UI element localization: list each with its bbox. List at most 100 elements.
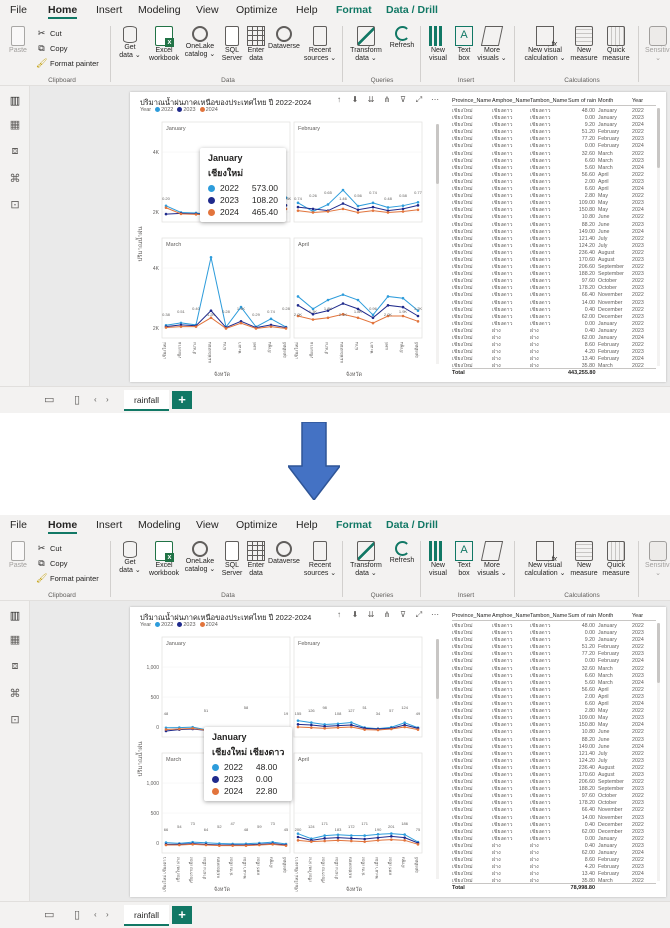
next-page-icon[interactable]: › [106,910,109,919]
drill-down-icon[interactable]: ⬇ [350,610,360,620]
column-header[interactable]: Province_Name [452,613,492,619]
get-data-button[interactable]: Get data ⌄ [112,26,148,60]
table-row[interactable]: เชียงใหม่ เชียงดาว เชียงดาว 14.00 November 20… [452,300,656,307]
tab-data-drill[interactable]: Data / Drill [386,519,438,531]
table-row[interactable]: เชียงใหม่ เชียงดาว เชียงดาว 206.60 September… [452,779,656,786]
table-row[interactable]: เชียงใหม่ เชียงดาว เชียงดาว 51.20 February 20… [452,129,656,136]
tab-optimize[interactable]: Optimize [236,519,277,531]
table-row[interactable]: เชียงใหม่ เชียงดาว เชียงดาว 188.20 September… [452,271,656,278]
table-row[interactable]: เชียงใหม่ เชียงดาว เชียงดาว 48.00 January 202… [452,623,656,630]
table-row[interactable]: เชียงใหม่ เชียงดาว เชียงดาว 56.60 April 2022 [452,172,656,179]
filter-icon[interactable]: ⊽ [398,95,408,105]
legend-item[interactable]: 2023 [177,622,196,628]
table-row[interactable]: เชียงใหม่ เชียงดาว เชียงดาว 97.60 October 202… [452,793,656,800]
table-row[interactable]: เชียงใหม่ เชียงดาว เชียงดาว 178.20 October 20… [452,800,656,807]
new-visual-calculation-button[interactable]: New visual calculation ⌄ [520,26,570,63]
table-row[interactable]: เชียงใหม่ เชียงดาว เชียงดาว 9.20 January 2024 [452,122,656,129]
table-row[interactable]: เชียงใหม่ เชียงดาว เชียงดาว 0.40 December 202… [452,822,656,829]
table-row[interactable]: เชียงใหม่ เชียงดาว เชียงดาว 2.00 April 2023 [452,694,656,701]
table-row[interactable]: เชียงใหม่ เชียงดาว เชียงดาว 0.00 January 2023 [452,115,656,122]
tab-help[interactable]: Help [296,519,318,531]
add-page-button[interactable]: + [172,391,192,409]
table-row[interactable]: เชียงใหม่ เชียงดาว เชียงดาว 5.60 March 2024 [452,165,656,172]
expand-all-icon[interactable]: ⇊ [366,610,376,620]
table-row[interactable]: เชียงใหม่ เชียงดาว เชียงดาว 77.20 February 20… [452,651,656,658]
quick-measure-button[interactable]: Quick measure [598,541,634,578]
table-row[interactable]: เชียงใหม่ เชียงดาว เชียงดาว 97.60 October 202… [452,278,656,285]
tab-data-drill[interactable]: Data / Drill [386,4,438,16]
column-header[interactable]: Year [632,98,652,104]
table-row[interactable]: เชียงใหม่ เชียงดาว เชียงดาว 124.20 July 2023 [452,758,656,765]
sensitivity-button[interactable]: Sensitivi ⌄ [640,541,670,578]
column-header[interactable]: Amphoe_Name [492,613,530,619]
drill-up-icon[interactable]: ↑ [334,610,344,620]
format-painter-button[interactable]: 🖌 Format painter [36,58,99,69]
table-scrollbar[interactable] [657,108,660,366]
drill-up-icon[interactable]: ↑ [334,95,344,105]
table-row[interactable]: เชียงใหม่ ฝาง ฝาง 8.60 February 2022 [452,857,656,864]
table-row[interactable]: เชียงใหม่ ฝาง ฝาง 8.60 February 2022 [452,342,656,349]
column-header[interactable]: Sum of rain [568,98,598,104]
line-chart-visual[interactable]: ปริมาณน้ำฝนภาคเหนือของประเทศไทย ปี 2022-… [134,609,446,895]
column-header[interactable]: Year [632,613,652,619]
table-row[interactable]: เชียงใหม่ ฝาง ฝาง 4.20 February 2023 [452,864,656,871]
mobile-layout-icon[interactable]: ▯ [74,908,80,921]
table-view-icon[interactable]: ▦ [8,633,22,647]
table-row[interactable]: เชียงใหม่ เชียงดาว เชียงดาว 109.00 May 2023 [452,715,656,722]
table-row[interactable]: เชียงใหม่ เชียงดาว เชียงดาว 121.40 July 2022 [452,751,656,758]
column-header[interactable]: Sum of rain [568,613,598,619]
tab-home[interactable]: Home [48,519,78,534]
table-scrollbar[interactable] [657,623,660,881]
scrollbar-thumb[interactable] [657,623,660,683]
get-data-button[interactable]: Get data ⌄ [112,541,148,575]
model-view-icon[interactable]: ⧈ [8,659,22,673]
table-row[interactable]: เชียงใหม่ เชียงดาว เชียงดาว 10.80 June 2022 [452,729,656,736]
filter-icon[interactable]: ⊽ [398,610,408,620]
tab-insert[interactable]: Insert [96,519,122,531]
table-row[interactable]: เชียงใหม่ เชียงดาว เชียงดาว 2.00 April 2023 [452,179,656,186]
new-measure-button[interactable]: New measure [566,26,602,63]
table-row[interactable]: เชียงใหม่ เชียงดาว เชียงดาว 6.60 April 2024 [452,186,656,193]
table-row[interactable]: เชียงใหม่ ฝาง ฝาง 4.20 February 2023 [452,349,656,356]
table-row[interactable]: เชียงใหม่ เชียงดาว เชียงดาว 9.20 January 2024 [452,637,656,644]
table-row[interactable]: เชียงใหม่ เชียงดาว เชียงดาว 0.00 January 2022 [452,321,656,328]
table-row[interactable]: เชียงใหม่ เชียงดาว เชียงดาว 32.60 March 2022 [452,666,656,673]
new-visual-calculation-button[interactable]: New visual calculation ⌄ [520,541,570,578]
transform-data-button[interactable]: Transform data ⌄ [348,26,384,63]
table-row[interactable]: เชียงใหม่ เชียงดาว เชียงดาว 236.40 August 202… [452,765,656,772]
tab-file[interactable]: File [10,4,27,16]
desktop-layout-icon[interactable]: ▭ [44,393,54,406]
tab-insert[interactable]: Insert [96,4,122,16]
recent-sources-button[interactable]: Recent sources ⌄ [302,26,338,63]
scrollbar-thumb[interactable] [657,108,660,168]
transform-data-button[interactable]: Transform data ⌄ [348,541,384,578]
table-row[interactable]: เชียงใหม่ เชียงดาว เชียงดาว 150.80 May 2024 [452,207,656,214]
tab-home[interactable]: Home [48,4,78,19]
prev-page-icon[interactable]: ‹ [94,910,97,919]
more-visuals-button[interactable]: More visuals ⌄ [474,26,510,63]
dataverse-button[interactable]: Dataverse [266,541,302,566]
table-row[interactable]: เชียงใหม่ เชียงดาว เชียงดาว 62.00 December 20… [452,829,656,836]
table-row[interactable]: เชียงใหม่ เชียงดาว เชียงดาว 236.40 August 202… [452,250,656,257]
table-row[interactable]: เชียงใหม่ เชียงดาว เชียงดาว 48.00 January 202… [452,108,656,115]
tab-view[interactable]: View [196,4,219,16]
table-row[interactable]: เชียงใหม่ เชียงดาว เชียงดาว 0.40 December 202… [452,307,656,314]
onelake-catalog-button[interactable]: OneLake catalog ⌄ [182,26,218,59]
expand-all-icon[interactable]: ⇊ [366,95,376,105]
legend-item[interactable]: 2022 [155,622,173,628]
table-row[interactable]: เชียงใหม่ เชียงดาว เชียงดาว 170.60 August 202… [452,257,656,264]
table-row[interactable]: เชียงใหม่ เชียงดาว เชียงดาว 6.60 April 2024 [452,701,656,708]
table-row[interactable]: เชียงใหม่ เชียงดาว เชียงดาว 149.00 June 2024 [452,744,656,751]
dataverse-button[interactable]: Dataverse [266,26,302,51]
tab-file[interactable]: File [10,519,27,531]
table-row[interactable]: เชียงใหม่ เชียงดาว เชียงดาว 66.40 November 20… [452,292,656,299]
line-chart-visual[interactable]: ปริมาณน้ำฝนภาคเหนือของประเทศไทย ปี 2022-… [134,94,446,380]
prev-page-icon[interactable]: ‹ [94,395,97,404]
table-row[interactable]: เชียงใหม่ เชียงดาว เชียงดาว 0.00 February 202… [452,143,656,150]
tab-modeling[interactable]: Modeling [138,519,181,531]
next-page-icon[interactable]: › [106,395,109,404]
table-row[interactable]: เชียงใหม่ เชียงดาว เชียงดาว 2.80 May 2022 [452,708,656,715]
table-row[interactable]: เชียงใหม่ เชียงดาว เชียงดาว 5.60 March 2024 [452,680,656,687]
table-row[interactable]: เชียงใหม่ เชียงดาว เชียงดาว 77.20 February 20… [452,136,656,143]
table-row[interactable]: เชียงใหม่ ฝาง ฝาง 0.40 January 2023 [452,328,656,335]
